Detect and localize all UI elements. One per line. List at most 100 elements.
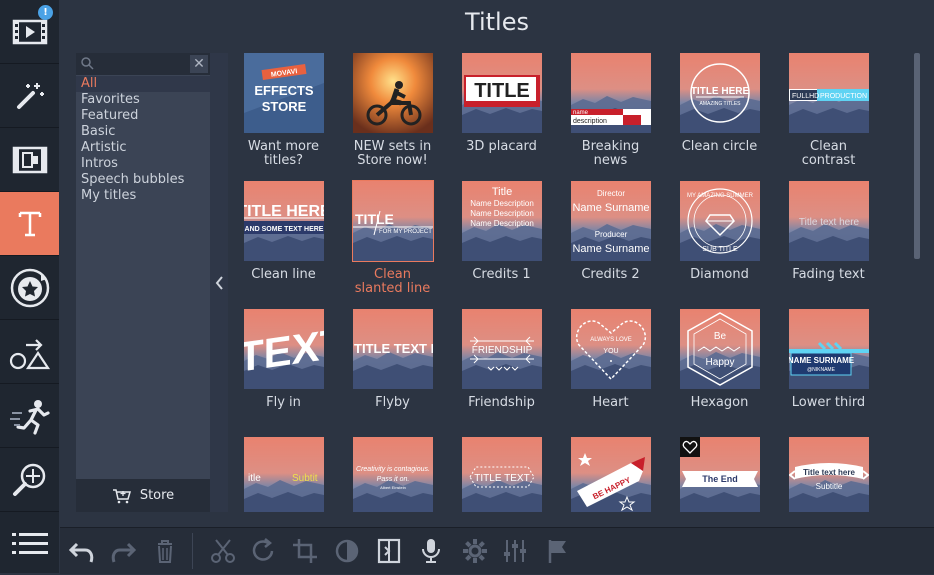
title-preset-tile[interactable]: FULLHD PRODUCTION Clean contrast bbox=[774, 53, 883, 181]
category-item[interactable]: Basic bbox=[76, 124, 210, 140]
svg-text:STORE: STORE bbox=[262, 99, 307, 114]
svg-text:PRODUCTION: PRODUCTION bbox=[820, 93, 867, 100]
title-preset-tile[interactable]: Title Name Description Name Description Nam… bbox=[447, 181, 556, 309]
gear-button[interactable] bbox=[456, 534, 494, 568]
title-preset-tile[interactable]: TEXT Fly in bbox=[229, 309, 338, 437]
flag-button[interactable] bbox=[538, 534, 576, 568]
titles-button[interactable] bbox=[0, 192, 59, 256]
category-item[interactable]: Featured bbox=[76, 108, 210, 124]
title-thumbnail: Be Happy bbox=[680, 309, 760, 389]
title-preset-tile[interactable]: Creativity is contagious. Pass it on. Albe… bbox=[338, 437, 447, 512]
title-preset-tile[interactable]: MY AMAZING SUMMER SUB TITLE Diamond bbox=[665, 181, 774, 309]
crop-button[interactable] bbox=[286, 534, 324, 568]
clip-properties-icon bbox=[377, 538, 401, 564]
title-t-icon bbox=[18, 211, 41, 236]
category-list: All Favorites Featured Basic Artistic Intros S… bbox=[76, 76, 210, 204]
title-preset-tile[interactable]: TITLE FOR MY PROJECT Clean slanted line bbox=[338, 180, 447, 309]
rotate-button[interactable] bbox=[244, 534, 282, 568]
svg-text:@NIKNAME: @NIKNAME bbox=[807, 367, 836, 373]
title-preset-tile[interactable]: itle Subtit bbox=[229, 437, 338, 512]
scissors-icon bbox=[211, 539, 235, 563]
category-item[interactable]: Artistic bbox=[76, 140, 210, 156]
notification-badge: ! bbox=[38, 5, 53, 20]
svg-text:description: description bbox=[573, 118, 607, 125]
svg-text:EFFECTS: EFFECTS bbox=[254, 83, 314, 98]
search-box: ✕ bbox=[76, 53, 210, 75]
title-preset-label: Clean slanted line bbox=[354, 267, 431, 296]
trash-button[interactable] bbox=[146, 534, 184, 568]
title-thumbnail: TEXT bbox=[244, 309, 324, 389]
title-thumbnail: TITLE HERE AND SOME TEXT HERE bbox=[244, 181, 324, 261]
more-tools-button[interactable] bbox=[0, 512, 59, 575]
undo-button[interactable] bbox=[63, 534, 101, 568]
title-thumbnail: name description bbox=[571, 53, 651, 133]
category-item[interactable]: Speech bubbles bbox=[76, 172, 210, 188]
store-button[interactable]: Store bbox=[76, 479, 210, 512]
title-thumbnail: Title text here Subtitle bbox=[789, 437, 869, 512]
store-label: Store bbox=[139, 488, 175, 503]
title-thumbnail: FULLHD PRODUCTION bbox=[789, 53, 869, 133]
title-thumbnail: ALWAYS LOVE YOU bbox=[571, 309, 651, 389]
title-preset-tile[interactable]: TITLE TEXT bbox=[447, 437, 556, 512]
grid-scrollbar[interactable] bbox=[913, 53, 921, 512]
stickers-button[interactable] bbox=[0, 256, 59, 320]
import-button[interactable]: ! bbox=[0, 0, 59, 64]
title-preset-tile[interactable]: NAME SURNAME @NIKNAME Lower third bbox=[774, 309, 883, 437]
color-adjust-button[interactable] bbox=[328, 534, 366, 568]
trash-icon bbox=[158, 540, 172, 563]
magic-wand-icon bbox=[16, 82, 44, 109]
title-thumbnail: FRIENDSHIP bbox=[462, 309, 542, 389]
svg-text:MY AMAZING SUMMER: MY AMAZING SUMMER bbox=[687, 193, 754, 199]
transitions-button[interactable] bbox=[0, 128, 59, 192]
svg-text:TITLE HERE: TITLE HERE bbox=[244, 203, 324, 220]
motion-button[interactable] bbox=[0, 384, 59, 448]
editing-toolbar bbox=[60, 527, 934, 574]
title-preset-tile[interactable]: BE HAPPY bbox=[556, 437, 665, 512]
microphone-icon bbox=[422, 539, 440, 563]
title-preset-label: Breaking news bbox=[581, 139, 640, 168]
search-input[interactable] bbox=[98, 55, 184, 73]
svg-text:itle: itle bbox=[248, 473, 261, 484]
redo-button[interactable] bbox=[104, 534, 142, 568]
category-item[interactable]: Favorites bbox=[76, 92, 210, 108]
category-item[interactable]: My titles bbox=[76, 188, 210, 204]
pan-zoom-button[interactable] bbox=[0, 448, 59, 512]
clip-properties-button[interactable] bbox=[370, 534, 408, 568]
title-preset-tile[interactable]: name description Breaking news bbox=[556, 53, 665, 181]
title-preset-tile[interactable]: Be Happy Hexagon bbox=[665, 309, 774, 437]
title-preset-tile[interactable]: FRIENDSHIP Friendship bbox=[447, 309, 556, 437]
category-item[interactable]: All bbox=[76, 76, 210, 92]
scrollbar-thumb[interactable] bbox=[914, 53, 920, 259]
title-preset-tile[interactable]: The End bbox=[665, 437, 774, 512]
title-preset-tile[interactable]: MOVAVI EFFECTS STORE Want more titles? bbox=[229, 53, 338, 181]
microphone-button[interactable] bbox=[412, 534, 450, 568]
title-thumbnail bbox=[353, 53, 433, 133]
filters-button[interactable] bbox=[0, 64, 59, 128]
scissors-button[interactable] bbox=[204, 534, 242, 568]
title-thumbnail: TITLE TEXT H bbox=[353, 309, 433, 389]
title-preset-tile[interactable]: Director Name Surname Producer Name Surname… bbox=[556, 181, 665, 309]
search-icon bbox=[81, 57, 94, 70]
title-preset-tile[interactable]: NEW sets in Store now! bbox=[338, 53, 447, 181]
collapse-panel-button[interactable] bbox=[210, 53, 228, 512]
callouts-button[interactable] bbox=[0, 320, 59, 384]
title-preset-tile[interactable]: ALWAYS LOVE YOU Heart bbox=[556, 309, 665, 437]
titles-grid: MOVAVI EFFECTS STORE Want more titles? NEW … bbox=[228, 53, 912, 512]
title-preset-tile[interactable]: Title text here Subtitle bbox=[774, 437, 883, 512]
category-panel: ✕ All Favorites Featured Basic Artistic Intro… bbox=[76, 53, 210, 512]
title-preset-tile[interactable]: TITLE HERE AND SOME TEXT HERE Clean line bbox=[229, 181, 338, 309]
equalizer-button[interactable] bbox=[496, 534, 534, 568]
clear-search-button[interactable]: ✕ bbox=[190, 55, 208, 73]
title-preset-tile[interactable]: TITLE HERE AMAZING TITLES Clean circle bbox=[665, 53, 774, 181]
svg-text:ALWAYS LOVE: ALWAYS LOVE bbox=[590, 337, 632, 343]
title-thumbnail: itle Subtit bbox=[244, 437, 324, 512]
title-preset-label: Heart bbox=[592, 395, 629, 410]
title-preset-label: Clean line bbox=[251, 267, 316, 282]
title-preset-tile[interactable]: TITLE 3D placard bbox=[447, 53, 556, 181]
title-preset-tile[interactable]: Title text here Fading text bbox=[774, 181, 883, 309]
left-toolbar: ! bbox=[0, 0, 59, 573]
svg-text:NAME SURNAME: NAME SURNAME bbox=[789, 356, 855, 365]
category-item[interactable]: Intros bbox=[76, 156, 210, 172]
chevron-left-icon bbox=[215, 275, 223, 290]
title-preset-tile[interactable]: TITLE TEXT H Flyby bbox=[338, 309, 447, 437]
